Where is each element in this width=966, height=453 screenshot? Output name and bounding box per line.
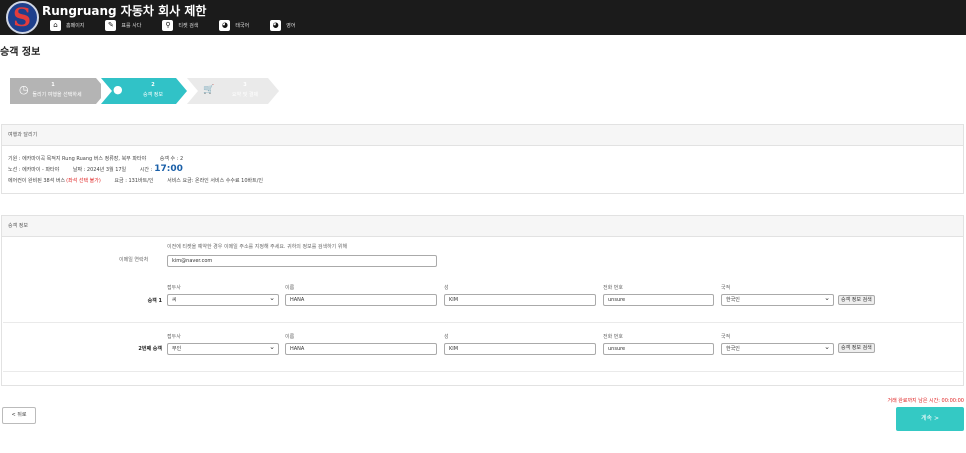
trip-panel: 여행과 달리기 기원 : 에카마이곡 목적지 Rung Ruang 버스 정류장… (1, 124, 964, 194)
passenger-panel-heading: 승객 정보 (2, 216, 963, 237)
nationality-label: 국적 (721, 285, 731, 291)
trip-seat-note: (좌석 선택 불가) (66, 178, 101, 184)
nav-search-ticket[interactable]: ⚲ 티켓 검색 (162, 20, 198, 31)
nav-home[interactable]: ⌂ 홈페이지 (50, 20, 84, 31)
email-field[interactable]: kim@naver.com (167, 255, 437, 267)
trip-service-fee: 서비스 요금: 온라인 서비스 수수료 10바트/인 (167, 178, 263, 184)
page-title: 승객 정보 (0, 47, 41, 58)
trip-origin: 기원 : 에카마이곡 목적지 Rung Ruang 버스 정류장, 북부 파타야 (8, 156, 147, 162)
trip-time-value: 17:00 (154, 164, 183, 174)
passenger-1-first-name[interactable]: HANA (285, 294, 437, 306)
trip-line-route: 노선 : 에카마이 - 파타야 날짜 : 2024년 3월 17일 시간 :17… (8, 164, 195, 174)
step-summary-payment: 🛒 3 요약 및 결제 (187, 78, 279, 104)
main-nav: ⌂ 홈페이지 ✎ 표를 사다 ⚲ 티켓 검색 ◕ 태국어 ◕ 영어 (50, 20, 316, 31)
nav-lang-thai-label: 태국어 (235, 23, 250, 29)
last-name-label: 성 (444, 334, 449, 340)
top-header: S Rungruang 자동차 회사 제한 ⌂ 홈페이지 ✎ 표를 사다 ⚲ 티켓 검… (0, 0, 966, 35)
passenger-2-search-button[interactable]: 승객 정보 검색 (838, 343, 875, 353)
last-name-label: 성 (444, 285, 449, 291)
email-label: 이메일 연락처 (119, 257, 149, 263)
passenger-1-nationality-select[interactable]: 한국인 (721, 294, 834, 306)
row-divider (3, 322, 964, 323)
first-name-label: 이름 (285, 285, 295, 291)
trip-fare: 요금 : 131바트/인 (114, 178, 154, 184)
row-divider (3, 371, 964, 372)
passenger-1-search-button[interactable]: 승객 정보 검색 (838, 295, 875, 305)
trip-bus-type: 에어컨이 완비된 38석 버스 (8, 178, 66, 184)
trip-passenger-count: 승객 수 : 2 (159, 156, 184, 162)
site-logo[interactable]: S (6, 1, 39, 34)
nav-lang-english-label: 영어 (286, 23, 296, 29)
passenger-2-first-name[interactable]: HANA (285, 343, 437, 355)
trip-time-label: 시간 : (139, 167, 153, 173)
nav-buy-ticket-label: 표를 사다 (121, 23, 142, 29)
passenger-1-prefix-select[interactable]: 씨 (167, 294, 279, 306)
timer-label: 거래 완료까지 남은 시간: (887, 398, 940, 404)
timer-value: 00:00:00 (941, 398, 964, 404)
ticket-icon: ✎ (105, 20, 117, 31)
trip-panel-heading: 여행과 달리기 (2, 125, 963, 146)
logo-letter: S (13, 3, 32, 32)
nav-search-ticket-label: 티켓 검색 (178, 23, 199, 29)
prefix-label: 접두사 (167, 334, 181, 340)
nav-home-label: 홈페이지 (66, 23, 85, 29)
passenger-2-prefix-select[interactable]: 부인 (167, 343, 279, 355)
step-number: 3 (243, 82, 247, 88)
step-number: 1 (51, 82, 55, 88)
passenger-2-phone[interactable]: unsure (603, 343, 714, 355)
trip-route: 노선 : 에카마이 - 파타야 (8, 167, 60, 173)
phone-label: 전화 번호 (603, 285, 623, 291)
home-icon: ⌂ (50, 20, 61, 31)
trip-line-origin: 기원 : 에카마이곡 목적지 Rung Ruang 버스 정류장, 북부 파타야… (8, 155, 195, 162)
passenger-2-last-name[interactable]: KIM (444, 343, 596, 355)
search-icon: ⚲ (162, 20, 174, 31)
nav-lang-english[interactable]: ◕ 영어 (270, 20, 295, 31)
passenger-2-nationality-select[interactable]: 한국인 (721, 343, 834, 355)
passenger-1-last-name[interactable]: KIM (444, 294, 596, 306)
step-label: 요약 및 결제 (231, 92, 259, 98)
phone-label: 전화 번호 (603, 334, 623, 340)
nav-lang-thai[interactable]: ◕ 태국어 (219, 20, 249, 31)
trip-date: 날짜 : 2024년 3월 17일 (72, 167, 127, 173)
globe-icon: ◕ (219, 20, 231, 31)
site-title: Rungruang 자동차 회사 제한 (42, 4, 207, 18)
email-hint: 이전에 티켓을 예약한 경우 이메일 주소를 지정해 주세요. 귀하의 정보를 … (167, 244, 348, 250)
prefix-label: 접두사 (167, 285, 181, 291)
back-button[interactable]: < 뒤로 (2, 407, 36, 424)
step-select-trip[interactable]: ◷ 1 돌리기 여행을 선택하세 (10, 78, 108, 104)
step-passenger-info: ● 2 승객 정보 (101, 78, 187, 104)
continue-button[interactable]: 계속 > (896, 407, 964, 431)
passenger-1-phone[interactable]: unsure (603, 294, 714, 306)
globe-icon: ◕ (270, 20, 282, 31)
nav-buy-ticket[interactable]: ✎ 표를 사다 (105, 20, 141, 31)
passenger-1-label: 승객 1 (147, 298, 162, 304)
nationality-label: 국적 (721, 334, 731, 340)
transaction-timer: 거래 완료까지 남은 시간: 00:00:00 (887, 397, 964, 404)
step-label: 돌리기 여행을 선택하세 (32, 92, 82, 98)
passenger-2-label: 2번째 승객 (138, 346, 162, 352)
passenger-panel: 승객 정보 이전에 티켓을 예약한 경우 이메일 주소를 지정해 주세요. 귀하… (1, 215, 964, 386)
trip-line-bus: 에어컨이 완비된 38석 버스(좌석 선택 불가) 요금 : 131바트/인 서… (8, 177, 275, 184)
first-name-label: 이름 (285, 334, 295, 340)
